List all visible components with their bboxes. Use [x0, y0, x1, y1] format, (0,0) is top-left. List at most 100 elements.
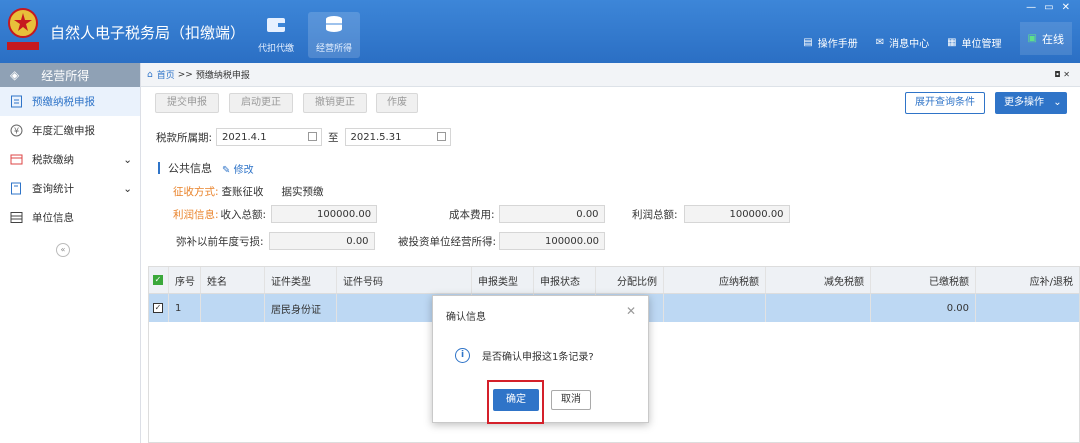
query-icon: [11, 182, 21, 195]
online-label: 在线: [1042, 32, 1064, 46]
edit-label: 修改: [233, 164, 254, 176]
table-header: ✓ 序号 姓名 证件类型 证件号码 申报类型 申报状态 分配比例 应纳税额 减免…: [149, 267, 1079, 294]
manual-link[interactable]: ▤ 操作手册: [803, 35, 857, 50]
period-to-input[interactable]: 2021.5.31: [344, 128, 451, 146]
sidebar-title: 经营所得: [41, 68, 90, 83]
nav-withholding-label: 代扣代缴: [257, 44, 294, 54]
envelope-icon: ✉: [875, 37, 885, 48]
cost-group: 成本费用: 0.00: [449, 205, 605, 223]
calendar-icon[interactable]: [308, 132, 318, 141]
maximize-button[interactable]: ▭: [1044, 2, 1053, 13]
profit-info-label: 利润信息:: [173, 208, 219, 221]
public-info-title: 公共信息: [168, 162, 212, 175]
confirm-dialog: 确认信息 ✕ i 是否确认申报这1条记录? 确定 取消: [432, 295, 649, 424]
header-tax-refund: 应补/退税: [1029, 276, 1073, 288]
nav-business-income[interactable]: 经营所得: [308, 12, 360, 58]
pencil-icon: ✎: [222, 164, 231, 176]
cost-field[interactable]: 0.00: [498, 205, 605, 223]
dialog-message: i 是否确认申报这1条记录?: [455, 348, 594, 363]
cell-tax-refund: [976, 294, 1079, 322]
header-tax-paid: 已缴税额: [871, 267, 976, 293]
confirm-button[interactable]: 确定: [493, 389, 539, 411]
close-window-button[interactable]: ✕: [1062, 2, 1070, 13]
header-actions: ▤ 操作手册 ✉ 消息中心 ▦ 单位管理 ▣ 在线: [803, 22, 1072, 55]
chevron-down-icon: ⌄: [1053, 97, 1062, 108]
section-bar: [158, 162, 160, 174]
edit-link[interactable]: ✎ 修改: [222, 161, 254, 176]
sidebar-item-query-stats[interactable]: 查询统计 ⌄: [0, 174, 140, 203]
profit-row-1: 利润信息: 收入总额: 100000.00: [173, 205, 378, 223]
collection-value-2: 据实预缴: [281, 186, 324, 198]
messages-link[interactable]: ✉ 消息中心: [876, 35, 929, 50]
coins-icon: [326, 16, 342, 32]
cell-tax-reduction: [766, 294, 871, 322]
period-from-input[interactable]: 2021.4.1: [216, 128, 323, 146]
sidebar-item-prepay-declare[interactable]: 预缴纳税申报: [0, 87, 140, 116]
header-id-type: 证件类型: [265, 267, 337, 293]
header-ratio: 分配比例: [596, 267, 664, 293]
sidebar-item-unit-info[interactable]: 单位信息: [0, 203, 140, 232]
header-no: 序号: [169, 267, 201, 293]
start-correction-button[interactable]: 启动更正: [229, 93, 293, 113]
income-field[interactable]: 100000.00: [271, 205, 378, 223]
breadcrumb-separator: >>: [177, 69, 193, 80]
void-button[interactable]: 作废: [376, 93, 418, 113]
chevron-down-icon: ⌄: [123, 183, 132, 195]
cell-tax-paid: 0.00: [871, 294, 976, 322]
table-icon: [10, 212, 23, 223]
unit-management-link[interactable]: ▦ 单位管理: [947, 35, 1001, 50]
close-icon[interactable]: ✕: [626, 304, 636, 318]
sidebar-item-annual-declare[interactable]: ¥ 年度汇缴申报: [0, 116, 140, 145]
more-actions-button[interactable]: 更多操作 ⌄: [995, 92, 1067, 114]
select-all-checkbox[interactable]: ✓: [153, 275, 163, 285]
expand-query-button[interactable]: 展开查询条件: [905, 92, 985, 114]
building-icon: ▦: [947, 37, 957, 48]
manual-icon: ▤: [803, 37, 813, 48]
window-controls: — ▭ ✕: [1026, 2, 1070, 13]
breadcrumb-home-link[interactable]: 首页: [157, 68, 175, 81]
document-icon: [11, 95, 22, 108]
tab-controls-icon[interactable]: ◘ ✕: [1054, 70, 1070, 79]
period-label: 税款所属期:: [156, 131, 213, 144]
header-declare-type: 申报类型: [472, 267, 534, 293]
sidebar-item-tax-payment[interactable]: 税款缴纳 ⌄: [0, 145, 140, 174]
info-icon: i: [455, 348, 470, 363]
collection-value-1: 查账征收: [221, 186, 264, 198]
nav-withholding[interactable]: 代扣代缴: [252, 12, 300, 58]
select-all-cell: ✓: [149, 267, 169, 293]
more-actions-label: 更多操作: [1004, 97, 1044, 108]
minimize-button[interactable]: —: [1026, 2, 1036, 13]
header-tax-reduction: 减免税额: [766, 267, 871, 293]
submit-declaration-button[interactable]: 提交申报: [155, 93, 219, 113]
period-to-label: 至: [328, 131, 339, 144]
public-info-section: 公共信息 ✎ 修改: [158, 160, 254, 176]
breadcrumb-current: 预缴纳税申报: [195, 71, 250, 81]
top-nav: 代扣代缴 经营所得: [252, 12, 360, 58]
cancel-correction-button[interactable]: 撤销更正: [303, 93, 367, 113]
header-id-number: 证件号码: [337, 267, 472, 293]
tax-emblem-logo: [7, 8, 39, 50]
nav-business-income-label: 经营所得: [315, 44, 352, 54]
monitor-check-icon: ▣: [1027, 33, 1037, 44]
row-checkbox[interactable]: ✓: [153, 303, 163, 313]
messages-label: 消息中心: [889, 39, 930, 50]
calendar-icon[interactable]: [436, 132, 446, 141]
payment-icon: [10, 154, 23, 165]
collapse-sidebar-button[interactable]: «: [56, 243, 70, 257]
collection-method-row: 征收方式: 查账征收 据实预缴: [173, 184, 324, 199]
invested-label: 被投资单位经营所得:: [398, 235, 497, 248]
cell-tax-payable: [664, 294, 766, 322]
cancel-button[interactable]: 取消: [551, 390, 591, 410]
top-header: 自然人电子税务局（扣缴端） 代扣代缴 经营所得 — ▭ ✕ ▤ 操作手册 ✉ 消…: [0, 0, 1080, 63]
sidebar-item-label: 单位信息: [32, 212, 74, 224]
header-declare-status: 申报状态: [534, 267, 596, 293]
loss-field[interactable]: 0.00: [268, 232, 375, 250]
loss-label: 弥补以前年度亏损:: [176, 235, 264, 248]
invested-field[interactable]: 100000.00: [499, 232, 606, 250]
period-from-value: 2021.4.1: [222, 131, 267, 143]
online-status[interactable]: ▣ 在线: [1019, 22, 1072, 55]
profit-total-field[interactable]: 100000.00: [683, 205, 790, 223]
invested-group: 被投资单位经营所得: 100000.00: [398, 232, 606, 250]
profit-total-label: 利润总额:: [632, 208, 678, 221]
income-label: 收入总额:: [220, 208, 267, 221]
